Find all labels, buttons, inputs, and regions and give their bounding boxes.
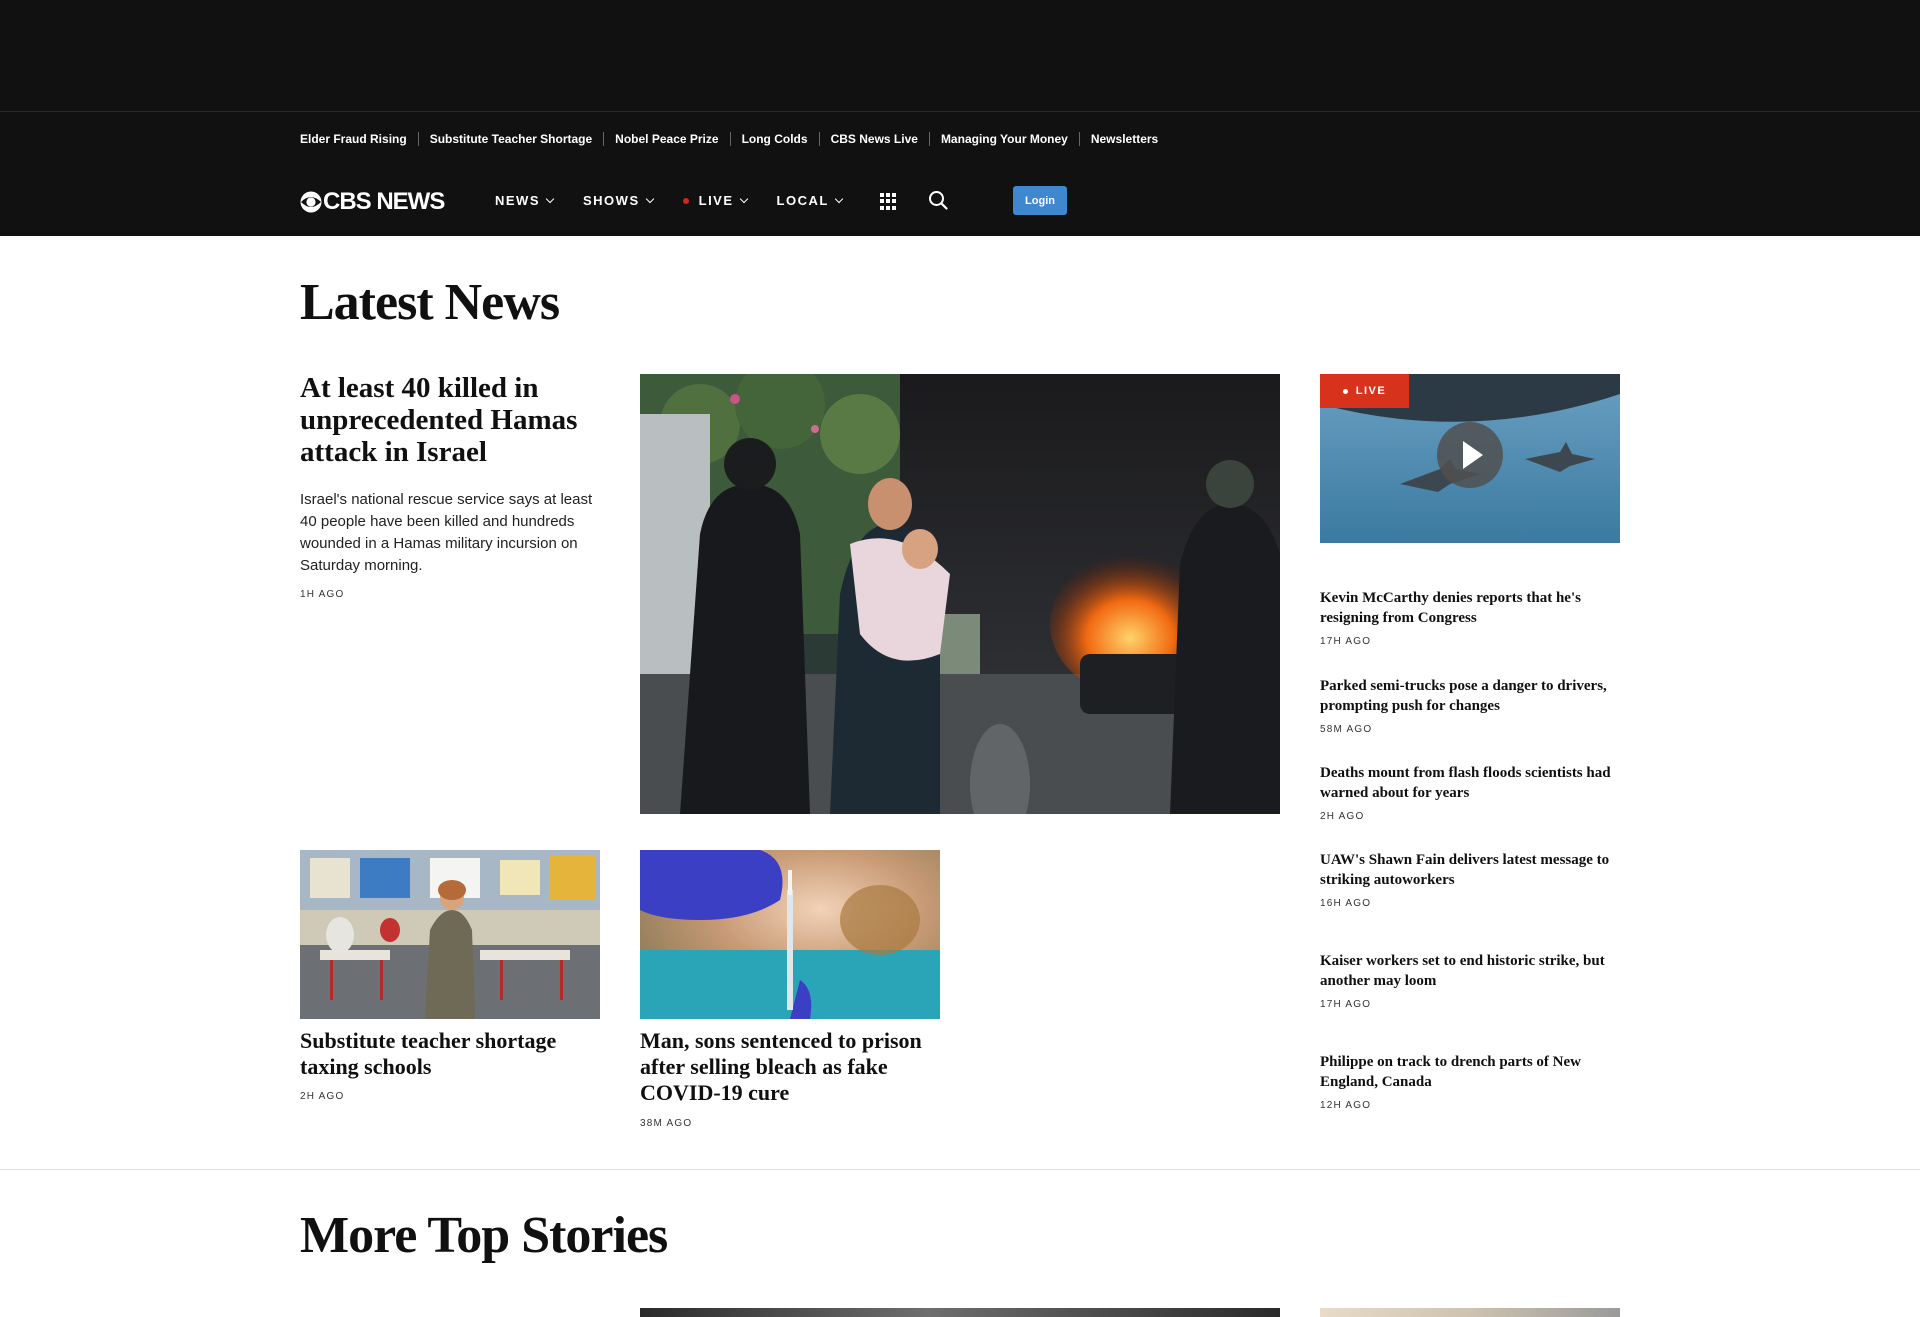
logo-text: CBS NEWS: [323, 188, 445, 215]
nav-menu: NEWS SHOWS LIVE LOCAL: [495, 193, 872, 208]
chevron-down-icon: [645, 194, 654, 203]
login-button[interactable]: Login: [1013, 186, 1067, 215]
story-card-timestamp-substitute: 2H AGO: [300, 1091, 345, 1102]
live-video-player[interactable]: LIVE: [1320, 374, 1620, 543]
partial-story-image[interactable]: [1320, 1308, 1620, 1317]
nav-local-dropdown[interactable]: LOCAL: [776, 193, 844, 208]
sidebar-story: Kevin McCarthy denies reports that he's …: [1320, 588, 1620, 647]
sidebar-story: Parked semi-trucks pose a danger to driv…: [1320, 676, 1620, 735]
trending-link-nobel-peace[interactable]: Nobel Peace Prize: [603, 132, 729, 146]
nav-news-dropdown[interactable]: NEWS: [495, 193, 555, 208]
nav-news-label: NEWS: [495, 193, 540, 208]
trending-link-newsletters[interactable]: Newsletters: [1078, 132, 1169, 146]
lead-story-image[interactable]: [640, 374, 1280, 814]
story-card-timestamp-bleach: 38M AGO: [640, 1118, 693, 1129]
trending-link-cbs-news-live[interactable]: CBS News Live: [818, 132, 929, 146]
lead-story-dek: Israel's national rescue service says at…: [300, 491, 593, 574]
trending-list: Elder Fraud Rising Substitute Teacher Sh…: [300, 132, 1169, 146]
story-card-image-bleach[interactable]: [640, 850, 940, 1019]
story-card-image-substitute[interactable]: [300, 850, 600, 1019]
story-card-headline-substitute[interactable]: Substitute teacher shortage taxing schoo…: [300, 1028, 590, 1080]
sidebar-story-timestamp: 58M AGO: [1320, 724, 1373, 735]
cbs-news-logo[interactable]: CBS NEWS: [300, 188, 445, 216]
sidebar-story: Deaths mount from flash floods scientist…: [1320, 763, 1620, 822]
nav-local-label: LOCAL: [776, 193, 829, 208]
cbs-eye-icon: [300, 191, 322, 213]
lead-story-timestamp: 1H AGO: [300, 589, 345, 600]
sidebar-story-timestamp: 17H AGO: [1320, 999, 1372, 1010]
section-title-latest-news: Latest News: [300, 274, 560, 331]
trending-bar: Elder Fraud Rising Substitute Teacher Sh…: [0, 112, 1920, 166]
lead-story-headline[interactable]: At least 40 killed in unprecedented Hama…: [300, 372, 605, 468]
trending-link-substitute-teacher[interactable]: Substitute Teacher Shortage: [417, 132, 603, 146]
play-icon[interactable]: [1437, 422, 1503, 488]
chevron-down-icon: [545, 194, 555, 203]
nav-live-label: LIVE: [698, 193, 734, 208]
partial-story-headline[interactable]: [300, 1308, 530, 1317]
live-dot-icon: [682, 197, 689, 204]
trending-link-managing-money[interactable]: Managing Your Money: [928, 132, 1079, 146]
nav-shows-dropdown[interactable]: SHOWS: [583, 193, 654, 208]
sidebar-story-timestamp: 16H AGO: [1320, 898, 1372, 909]
sidebar-story: UAW's Shawn Fain delivers latest message…: [1320, 850, 1620, 909]
live-badge-label: LIVE: [1355, 385, 1387, 397]
ad-banner: [0, 0, 1920, 112]
nav-live-dropdown[interactable]: LIVE: [682, 193, 748, 208]
sidebar-story-timestamp: 2H AGO: [1320, 811, 1365, 822]
story-card-headline-bleach[interactable]: Man, sons sentenced to prison after sell…: [640, 1028, 930, 1106]
sidebar-story-headline[interactable]: Parked semi-trucks pose a danger to driv…: [1320, 676, 1620, 716]
live-badge: LIVE: [1320, 374, 1409, 408]
main-nav: CBS NEWS NEWS SHOWS LIVE LOCAL Login: [0, 166, 1920, 236]
sidebar-story-headline[interactable]: Deaths mount from flash floods scientist…: [1320, 763, 1620, 803]
sidebar-story-headline[interactable]: Kaiser workers set to end historic strik…: [1320, 951, 1620, 991]
chevron-down-icon: [739, 194, 748, 203]
section-title-more-top-stories: More Top Stories: [300, 1207, 668, 1264]
section-divider: [0, 1169, 1920, 1170]
trending-link-long-colds[interactable]: Long Colds: [729, 132, 819, 146]
sidebar-story-headline[interactable]: Kevin McCarthy denies reports that he's …: [1320, 588, 1620, 628]
sidebar-story: Kaiser workers set to end historic strik…: [1320, 951, 1620, 1010]
sidebar-story: Philippe on track to drench parts of New…: [1320, 1052, 1620, 1111]
trending-link-elder-fraud[interactable]: Elder Fraud Rising: [300, 132, 418, 146]
chevron-down-icon: [834, 194, 844, 203]
search-icon[interactable]: [928, 190, 948, 210]
partial-story-image[interactable]: [640, 1308, 1280, 1317]
sidebar-story-timestamp: 17H AGO: [1320, 636, 1372, 647]
nav-shows-label: SHOWS: [583, 193, 640, 208]
sidebar-story-headline[interactable]: UAW's Shawn Fain delivers latest message…: [1320, 850, 1620, 890]
sidebar-story-timestamp: 12H AGO: [1320, 1100, 1372, 1111]
live-dot-icon: [1342, 388, 1348, 394]
sidebar-story-headline[interactable]: Philippe on track to drench parts of New…: [1320, 1052, 1620, 1092]
apps-grid-icon[interactable]: [880, 193, 897, 210]
